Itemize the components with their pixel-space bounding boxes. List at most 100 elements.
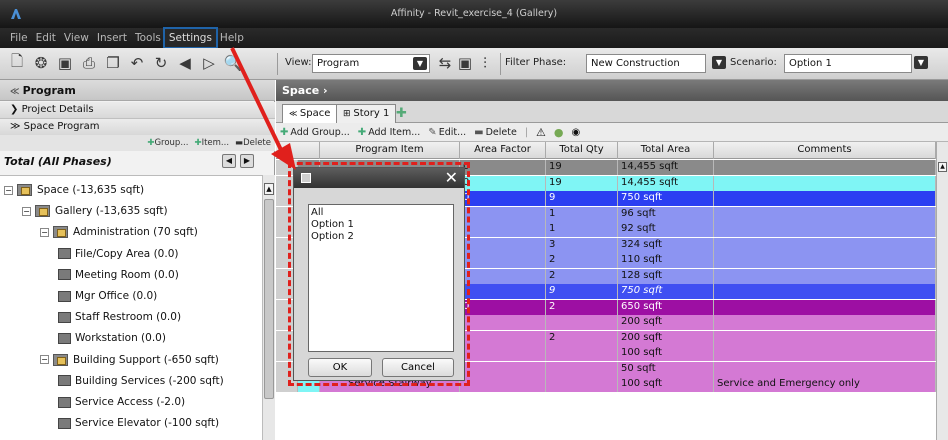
column-header-qty[interactable]: Total Qty	[546, 142, 618, 159]
cell-factor[interactable]	[460, 315, 546, 330]
scenario-option[interactable]: Option 2	[311, 231, 451, 243]
ok-button[interactable]: OK	[308, 358, 372, 377]
cell-comments[interactable]	[714, 175, 936, 191]
cell-comments[interactable]	[714, 299, 936, 315]
undo-icon[interactable]: ↶	[128, 53, 146, 73]
cell-comments[interactable]	[714, 237, 936, 253]
cell-qty[interactable]	[546, 361, 618, 377]
cell-area[interactable]: 100 sqft	[618, 377, 714, 392]
forward-icon[interactable]: ▷	[200, 53, 218, 73]
column-header-comments[interactable]: Comments	[714, 142, 936, 159]
scroll-up-icon[interactable]: ▲	[938, 162, 947, 172]
tree-item[interactable]: − Building Support (-650 sqft)	[40, 350, 219, 370]
tree-item[interactable]: − Gallery (-13,635 sqft)	[22, 201, 168, 221]
add-group-tool[interactable]: ✚Group...	[147, 138, 188, 148]
cell-area[interactable]: 50 sqft	[618, 361, 714, 377]
cell-factor[interactable]	[460, 222, 546, 237]
cell-factor[interactable]	[460, 268, 546, 284]
scenario-option[interactable]: All	[311, 207, 451, 219]
cell-area[interactable]: 200 sqft	[618, 315, 714, 330]
cell-factor[interactable]	[460, 253, 546, 268]
collapse-icon[interactable]: −	[22, 206, 31, 216]
cell-factor[interactable]	[460, 237, 546, 253]
project-details-row[interactable]: ❯ Project Details	[0, 102, 275, 119]
cell-comments[interactable]	[714, 315, 936, 330]
tree-item[interactable]: − Space (-13,635 sqft)	[4, 180, 144, 200]
cell-qty[interactable]: 19	[546, 175, 618, 191]
tab-space[interactable]: ≪ Space	[282, 104, 338, 123]
cell-comments[interactable]	[714, 284, 936, 299]
tree-item[interactable]: File/Copy Area (0.0)	[58, 244, 178, 264]
delete-button[interactable]: ▬ Delete	[474, 127, 517, 138]
cell-comments[interactable]	[714, 361, 936, 377]
cell-area[interactable]: 14,455 sqft	[618, 160, 714, 175]
column-header-area[interactable]: Total Area	[618, 142, 714, 159]
cancel-button[interactable]: Cancel	[382, 358, 454, 377]
menu-settings[interactable]: Settings	[162, 27, 218, 49]
tree-item[interactable]: Service Access (-2.0)	[58, 392, 185, 412]
cell-area[interactable]: 96 sqft	[618, 206, 714, 222]
cell-qty[interactable]: 2	[546, 330, 618, 346]
menu-help[interactable]: Help	[216, 29, 248, 47]
scroll-up-icon[interactable]: ▲	[264, 183, 274, 195]
cell-comments[interactable]	[714, 160, 936, 175]
cell-area[interactable]: 750 sqft	[618, 191, 714, 206]
warning-icon[interactable]: ⚠	[536, 126, 546, 139]
cell-area[interactable]: 14,455 sqft	[618, 175, 714, 191]
tree-item[interactable]: − Administration (70 sqft)	[40, 222, 198, 242]
cell-area[interactable]: 110 sqft	[618, 253, 714, 268]
add-item-button[interactable]: ✚ Add Item...	[358, 127, 421, 138]
tree-item[interactable]: Workstation (0.0)	[58, 328, 166, 348]
add-tab-icon[interactable]: ✚	[396, 106, 407, 121]
menu-edit[interactable]: Edit	[32, 29, 60, 47]
tree-item[interactable]: Mgr Office (0.0)	[58, 286, 157, 306]
copy-icon[interactable]: ❐	[104, 53, 122, 73]
column-header-handle[interactable]	[276, 142, 320, 159]
cell-qty[interactable]: 1	[546, 206, 618, 222]
collapse-icon[interactable]: −	[40, 355, 49, 365]
cell-area[interactable]: 650 sqft	[618, 299, 714, 315]
delete-tool[interactable]: ▬Delete	[235, 138, 271, 148]
prev-icon[interactable]: ◀	[222, 154, 236, 168]
menu-file[interactable]: File	[6, 29, 32, 47]
view-icon[interactable]: ◉	[572, 127, 581, 138]
tree-scrollbar[interactable]: ▲	[262, 175, 275, 440]
cell-comments[interactable]	[714, 330, 936, 346]
cell-factor[interactable]: 0	[460, 191, 546, 206]
cell-factor[interactable]	[460, 346, 546, 361]
collapse-arrows-icon[interactable]: ≪	[10, 87, 23, 97]
cell-factor[interactable]	[460, 361, 546, 377]
cell-area[interactable]: 128 sqft	[618, 268, 714, 284]
cell-factor[interactable]	[460, 330, 546, 346]
cell-qty[interactable]: 19	[546, 160, 618, 175]
cell-area[interactable]: 750 sqft	[618, 284, 714, 299]
redo-icon[interactable]: ↻	[152, 53, 170, 73]
chevron-down-icon[interactable]: ▼	[712, 56, 726, 69]
cell-qty[interactable]: 9	[546, 284, 618, 299]
menu-tools[interactable]: Tools	[131, 29, 165, 47]
column-header-item[interactable]: Program Item	[320, 142, 460, 159]
cell-qty[interactable]: 2	[546, 253, 618, 268]
add-item-tool[interactable]: ✚Item...	[194, 138, 229, 148]
open-icon[interactable]: ❂	[32, 53, 50, 73]
scroll-thumb[interactable]	[264, 199, 274, 399]
refresh-icon[interactable]: ⇆	[436, 53, 454, 73]
cell-qty[interactable]: 1	[546, 222, 618, 237]
scenario-option[interactable]: Option 1	[311, 219, 451, 231]
close-icon[interactable]: ✕	[445, 168, 458, 188]
filter-phase-select[interactable]: New Construction	[586, 54, 706, 73]
cell-comments[interactable]	[714, 222, 936, 237]
space-program-row[interactable]: ≫ Space Program	[0, 119, 275, 136]
cell-qty[interactable]: 3	[546, 237, 618, 253]
scenario-select[interactable]: Option 1	[784, 54, 912, 73]
cell-comments[interactable]: Service and Emergency only	[714, 377, 936, 392]
view-select[interactable]: Program ▼	[312, 54, 430, 73]
print-icon[interactable]: ⎙	[80, 53, 98, 73]
cell-factor[interactable]	[460, 377, 546, 392]
add-group-button[interactable]: ✚ Add Group...	[280, 127, 350, 138]
column-header-factor[interactable]: Area Factor	[460, 142, 546, 159]
tree-item[interactable]: Service Elevator (-100 sqft)	[58, 413, 219, 433]
cell-factor[interactable]: 0	[460, 160, 546, 175]
cell-factor[interactable]	[460, 284, 546, 299]
cell-qty[interactable]: 9	[546, 191, 618, 206]
